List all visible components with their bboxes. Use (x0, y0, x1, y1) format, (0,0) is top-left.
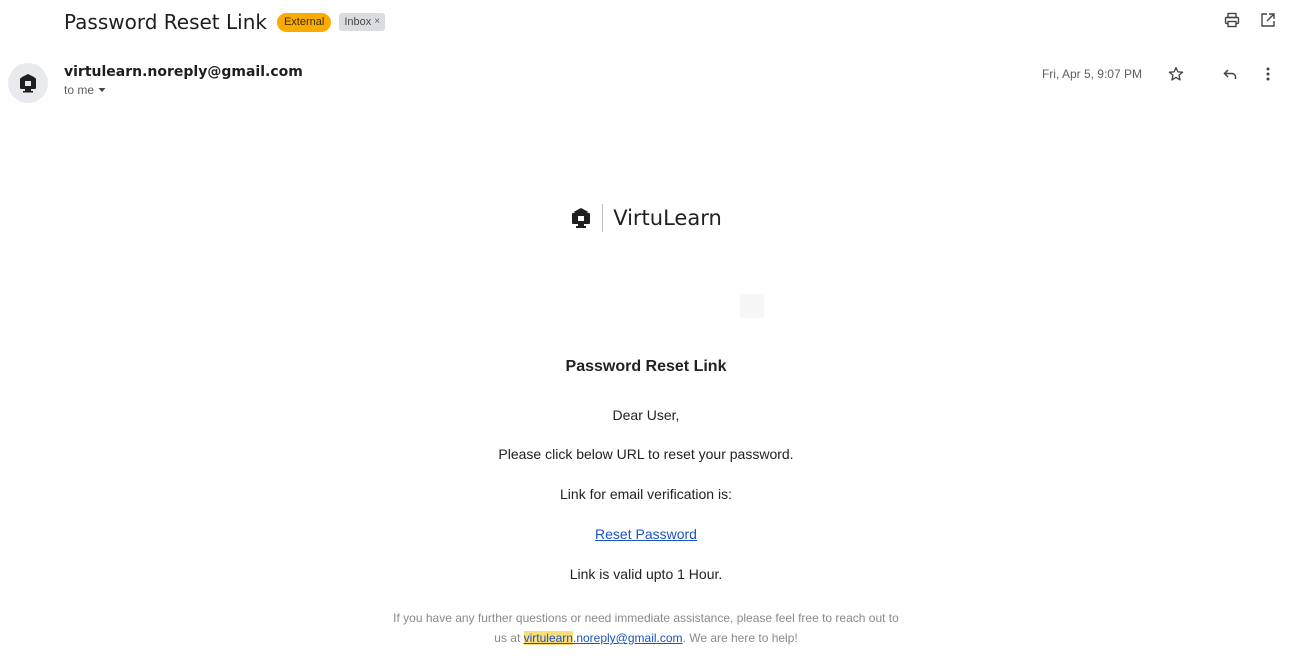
external-label[interactable]: External (276, 12, 332, 32)
validity-text: Link is valid upto 1 Hour. (569, 566, 723, 582)
brand-name: VirtuLearn (613, 206, 722, 230)
chevron-down-icon (98, 88, 106, 92)
reset-link-row: Reset Password (0, 526, 1292, 542)
email-body: VirtuLearn Password Reset Link Dear User… (0, 200, 1292, 645)
email-subject: Password Reset Link (64, 10, 267, 34)
support-email-link[interactable]: virtulearn.noreply@gmail.com (523, 631, 683, 645)
link-intro-text: Link for email verification is: (560, 486, 732, 502)
message-meta: Fri, Apr 5, 9:07 PM (1042, 64, 1278, 84)
footer-line-1: If you have any further questions or nee… (393, 611, 899, 625)
thread-actions (1222, 10, 1278, 30)
more-vert-icon[interactable] (1258, 64, 1278, 84)
inbox-label-text: Inbox (344, 16, 372, 28)
star-icon[interactable] (1166, 64, 1186, 84)
footer-text: If you have any further questions or nee… (0, 608, 1292, 648)
avatar-icon (20, 74, 36, 93)
support-email-rest: .noreply@gmail.com (572, 631, 683, 645)
print-icon[interactable] (1222, 10, 1242, 30)
footer-prefix: us at (494, 631, 521, 645)
brand-logo: VirtuLearn (0, 200, 1292, 236)
body-heading: Password Reset Link (565, 358, 727, 375)
footer-suffix: . We are here to help! (682, 631, 798, 645)
sender-block: virtulearn.noreply@gmail.com to me (64, 64, 303, 97)
sender-email[interactable]: virtulearn.noreply@gmail.com (64, 64, 303, 80)
subject-row: Password Reset Link External Inbox × (64, 6, 386, 38)
greeting-text: Dear User, (612, 407, 680, 423)
search-highlight: virtulearn (523, 631, 573, 645)
avatar[interactable] (8, 63, 48, 103)
inbox-label[interactable]: Inbox × (339, 13, 386, 31)
logo-divider (602, 204, 604, 232)
recipient-label: to me (64, 83, 95, 97)
remove-label-icon[interactable]: × (374, 15, 380, 29)
open-new-window-icon[interactable] (1258, 10, 1278, 30)
instruction-text: Please click below URL to reset your pas… (498, 446, 794, 462)
image-placeholder (740, 294, 764, 318)
reply-icon[interactable] (1220, 64, 1240, 84)
virtulearn-logo-icon (572, 208, 591, 228)
footer-line-2: us at virtulearn.noreply@gmail.com. We a… (0, 628, 1292, 648)
recipient-details[interactable]: to me (64, 83, 303, 97)
reset-password-link[interactable]: Reset Password (595, 526, 697, 542)
message-date: Fri, Apr 5, 9:07 PM (1041, 67, 1142, 81)
